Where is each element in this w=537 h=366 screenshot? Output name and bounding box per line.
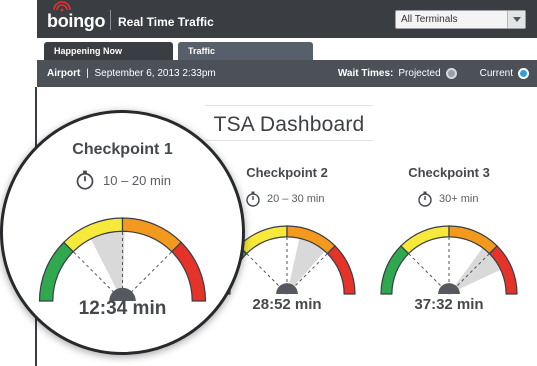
wait-gauge [380,225,518,295]
current-radio[interactable] [518,68,529,79]
checkpoint-wait-time: 28:52 min [252,296,322,313]
terminal-select[interactable]: All Terminals [395,10,526,29]
projected-label: Projected [398,68,441,79]
info-bar: Airport | September 6, 2013 2:33pm Wait … [37,60,537,87]
wait-gauge [218,225,356,295]
gauge-band-1 [380,245,410,295]
projected-radio[interactable] [445,68,457,79]
checkpoint-range: 10 – 20 min [75,170,171,190]
gauge-band-3 [448,225,498,255]
gauge-band-3 [121,217,183,253]
checkpoint-wait-time: 12:34 min [78,298,167,319]
gauge-band-1 [38,241,75,302]
checkpoint-name: Checkpoint 1 [72,141,173,158]
checkpoint-card-2[interactable]: Checkpoint 2 20 – 30 min 28:52 min [218,160,356,320]
stopwatch-icon [246,191,260,207]
checkpoint-range: 30+ min [417,191,478,207]
location-datetime: Airport | September 6, 2013 2:33pm [47,68,216,79]
wait-gauge [38,217,207,302]
current-label: Current [479,68,513,79]
location-separator: | [86,68,89,79]
checkpoint-wait-time: 37:32 min [414,296,484,313]
gauge-band-2 [238,225,288,255]
location-label: Airport [47,68,81,79]
chevron-down-icon[interactable] [507,11,525,28]
wait-times-toggle: Wait Times: Projected Current [338,68,529,79]
terminal-select-value: All Terminals [401,14,458,25]
wait-times-label: Wait Times: [337,68,394,79]
checkpoint-range: 20 – 30 min [245,191,324,207]
header-divider [110,10,111,30]
tab-traffic[interactable]: Traffic [178,42,313,60]
checkpoint-card-1[interactable]: Checkpoint 1 10 – 20 min 12:34 min [10,130,235,340]
checkpoint-range-text: 20 – 30 min [267,193,325,205]
gauge-band-4 [170,241,207,302]
datetime-label: September 6, 2013 2:33pm [94,68,216,79]
app-header: boingo Real Time Traffic All Terminals [37,0,537,38]
checkpoint-card-3[interactable]: Checkpoint 3 30+ min 37:32 min [380,160,518,320]
gauge-band-4 [326,245,356,295]
brand-logo[interactable]: boingo [47,11,105,32]
tab-strip: Happening Now Traffic [37,38,537,60]
stopwatch-icon [418,191,432,207]
checkpoint-range-text: 30+ min [439,193,479,205]
tab-happening-now[interactable]: Happening Now [44,42,173,60]
stopwatch-icon [76,170,94,190]
checkpoint-name: Checkpoint 2 [246,165,328,180]
app-title: Real Time Traffic [118,15,214,29]
gauge-band-2 [400,225,450,255]
checkpoint-range-text: 10 – 20 min [103,172,171,188]
checkpoint-name: Checkpoint 3 [408,165,490,180]
